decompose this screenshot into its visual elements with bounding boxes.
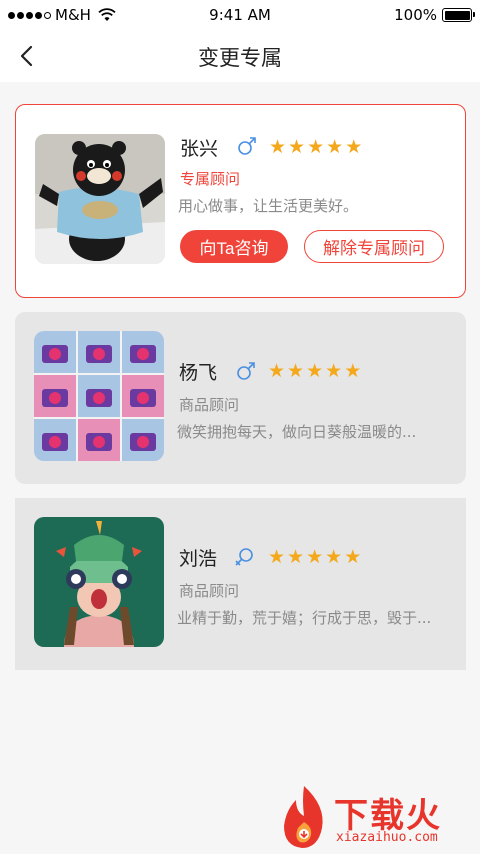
star-icon: ★ — [345, 136, 363, 158]
consultant-motto: 微笑拥抱每天，做向日葵般温暖的... — [177, 423, 417, 441]
star-icon: ★ — [325, 360, 343, 382]
male-gender-icon — [237, 362, 255, 380]
rating-stars: ★ ★ ★ ★ ★ — [269, 138, 362, 157]
consultant-card-zhangxing[interactable]: 张兴 ★ ★ ★ ★ ★ 专属顾问 用心做事，让生活更美好。 向Ta咨询 解除专属顾问 — [15, 104, 466, 298]
consultant-card-liuhao[interactable]: 刘浩 ★ ★ ★ ★ ★ 商品顾问 业精于勤，荒于嬉；行成于思，毁于... — [15, 498, 466, 670]
watermark-logo: 下载火 xiazaihuo.com — [274, 782, 474, 852]
star-icon: ★ — [325, 546, 343, 568]
consultant-card-yangfei[interactable]: 杨飞 ★ ★ ★ ★ ★ 商品顾问 微笑拥抱每天，做向日葵般温暖的... — [15, 312, 466, 484]
rating-stars: ★ ★ ★ ★ ★ — [268, 362, 361, 381]
avatar — [35, 134, 165, 264]
consult-button[interactable]: 向Ta咨询 — [180, 230, 288, 263]
star-icon: ★ — [307, 136, 325, 158]
consultant-name: 刘浩 — [179, 548, 218, 570]
consultant-role: 商品顾问 — [179, 396, 240, 414]
star-icon: ★ — [306, 360, 324, 382]
star-icon: ★ — [326, 136, 344, 158]
battery-group: 100% — [394, 6, 475, 24]
page-title: 变更专属 — [198, 46, 282, 70]
star-icon: ★ — [288, 136, 306, 158]
star-icon: ★ — [269, 136, 287, 158]
nav-bar: 变更专属 — [0, 30, 480, 82]
star-icon: ★ — [306, 546, 324, 568]
remove-consultant-button[interactable]: 解除专属顾问 — [304, 230, 444, 263]
consultant-list: 张兴 ★ ★ ★ ★ ★ 专属顾问 用心做事，让生活更美好。 向Ta咨询 解除专属顾问 — [0, 82, 480, 670]
consultant-name: 杨飞 — [179, 362, 218, 384]
battery-icon — [442, 8, 475, 22]
consultant-role: 商品顾问 — [179, 582, 240, 600]
consultant-motto: 业精于勤，荒于嬉；行成于思，毁于... — [177, 609, 432, 627]
consultant-motto: 用心做事，让生活更美好。 — [178, 197, 359, 215]
gender-unspecified-icon — [235, 548, 253, 566]
consultant-name: 张兴 — [180, 138, 219, 160]
star-icon: ★ — [344, 360, 362, 382]
rating-stars: ★ ★ ★ ★ ★ — [268, 548, 361, 567]
avatar — [34, 517, 164, 647]
consultant-role: 专属顾问 — [180, 170, 241, 188]
flame-icon — [284, 786, 323, 848]
star-icon: ★ — [287, 360, 305, 382]
avatar — [34, 331, 164, 461]
male-gender-icon — [238, 137, 256, 155]
star-icon: ★ — [287, 546, 305, 568]
star-icon: ★ — [344, 546, 362, 568]
watermark-subtext: xiazaihuo.com — [336, 830, 438, 845]
status-bar: M&H 9:41 AM 100% — [0, 0, 480, 30]
star-icon: ★ — [268, 546, 286, 568]
battery-percent: 100% — [394, 6, 437, 24]
star-icon: ★ — [268, 360, 286, 382]
